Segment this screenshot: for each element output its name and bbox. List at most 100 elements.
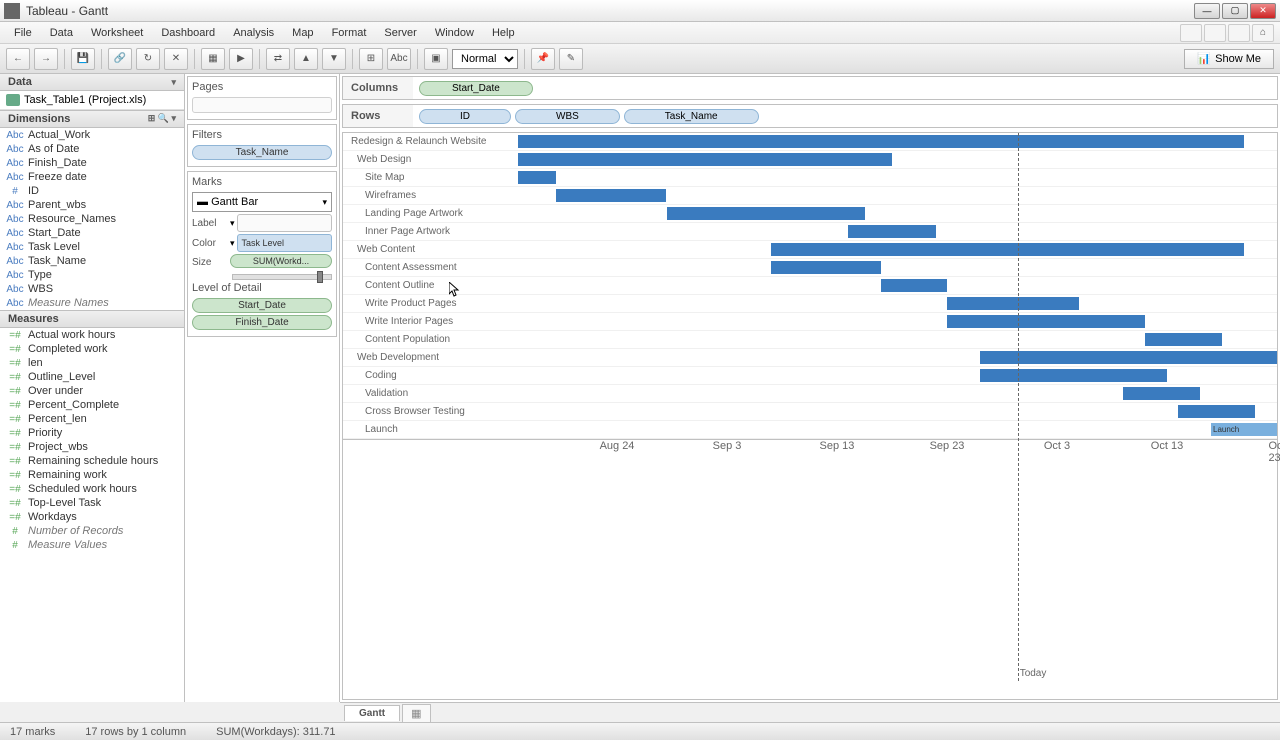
field-percent-len[interactable]: =#Percent_len xyxy=(0,412,184,426)
filter-pill[interactable]: Task_Name xyxy=(192,145,332,160)
pages-shelf[interactable]: Pages xyxy=(187,76,337,120)
sheet-tab-gantt[interactable]: Gantt xyxy=(344,705,400,721)
field-number-of-records[interactable]: #Number of Records xyxy=(0,524,184,538)
field-scheduled-work-hours[interactable]: =#Scheduled work hours xyxy=(0,482,184,496)
lod-pill-finish_date[interactable]: Finish_Date xyxy=(192,315,332,330)
data-source[interactable]: Task_Table1 (Project.xls) xyxy=(0,91,184,110)
field-priority[interactable]: =#Priority xyxy=(0,426,184,440)
save-button[interactable]: 💾 xyxy=(71,48,95,70)
field-freeze-date[interactable]: AbcFreeze date xyxy=(0,170,184,184)
gantt-bar[interactable] xyxy=(518,153,892,166)
color-shelf[interactable]: Task Level xyxy=(237,234,332,252)
rows-shelf[interactable]: Rows IDWBSTask_Name xyxy=(342,104,1278,128)
gantt-bar[interactable] xyxy=(1123,387,1200,400)
forward-button[interactable]: → xyxy=(34,48,58,70)
field-type[interactable]: AbcType xyxy=(0,268,184,282)
menu-map[interactable]: Map xyxy=(284,25,321,41)
gantt-bar[interactable] xyxy=(556,189,666,202)
view-toggle-3[interactable] xyxy=(1228,24,1250,42)
columns-shelf[interactable]: Columns Start_Date xyxy=(342,76,1278,100)
refresh-button[interactable]: ↻ xyxy=(136,48,160,70)
field-percent-complete[interactable]: =#Percent_Complete xyxy=(0,398,184,412)
connect-button[interactable]: 🔗 xyxy=(108,48,132,70)
sort-desc-button[interactable]: ▼ xyxy=(322,48,346,70)
gantt-bar[interactable] xyxy=(1178,405,1255,418)
field-project-wbs[interactable]: =#Project_wbs xyxy=(0,440,184,454)
menu-server[interactable]: Server xyxy=(376,25,424,41)
menu-window[interactable]: Window xyxy=(427,25,482,41)
highlight-button[interactable]: ✎ xyxy=(559,48,583,70)
gantt-bar[interactable] xyxy=(980,351,1277,364)
presentation-button[interactable]: ▣ xyxy=(424,48,448,70)
pin-button[interactable]: 📌 xyxy=(531,48,555,70)
auto-update-button[interactable]: ▦ xyxy=(201,48,225,70)
gantt-bar[interactable] xyxy=(518,171,556,184)
field-len[interactable]: =#len xyxy=(0,356,184,370)
field-top-level-task[interactable]: =#Top-Level Task xyxy=(0,496,184,510)
menu-dashboard[interactable]: Dashboard xyxy=(153,25,223,41)
menu-help[interactable]: Help xyxy=(484,25,523,41)
field-resource-names[interactable]: AbcResource_Names xyxy=(0,212,184,226)
field-completed-work[interactable]: =#Completed work xyxy=(0,342,184,356)
field-id[interactable]: #ID xyxy=(0,184,184,198)
col-pill[interactable]: Start_Date xyxy=(419,81,533,96)
view-toggle-1[interactable] xyxy=(1180,24,1202,42)
new-sheet-button[interactable]: ▦ xyxy=(402,704,430,722)
field-parent-wbs[interactable]: AbcParent_wbs xyxy=(0,198,184,212)
close-button[interactable]: ✕ xyxy=(1250,3,1276,19)
gantt-bar[interactable] xyxy=(980,369,1167,382)
field-outline-level[interactable]: =#Outline_Level xyxy=(0,370,184,384)
gantt-bar[interactable] xyxy=(771,243,1244,256)
home-icon[interactable]: ⌂ xyxy=(1252,24,1274,42)
gantt-bar[interactable] xyxy=(518,135,1244,148)
field-start-date[interactable]: AbcStart_Date xyxy=(0,226,184,240)
gantt-bar[interactable] xyxy=(881,279,947,292)
back-button[interactable]: ← xyxy=(6,48,30,70)
field-actual-work-hours[interactable]: =#Actual work hours xyxy=(0,328,184,342)
fit-select[interactable]: Normal xyxy=(452,49,518,69)
row-pill[interactable]: Task_Name xyxy=(624,109,759,124)
clear-button[interactable]: ✕ xyxy=(164,48,188,70)
view-toggle-2[interactable] xyxy=(1204,24,1226,42)
menu-data[interactable]: Data xyxy=(42,25,81,41)
field-task-level[interactable]: AbcTask Level xyxy=(0,240,184,254)
menu-analysis[interactable]: Analysis xyxy=(225,25,282,41)
field-measure-values[interactable]: #Measure Values xyxy=(0,538,184,552)
row-pill[interactable]: WBS xyxy=(515,109,620,124)
field-measure-names[interactable]: AbcMeasure Names xyxy=(0,296,184,310)
field-workdays[interactable]: =#Workdays xyxy=(0,510,184,524)
field-as-of-date[interactable]: AbcAs of Date xyxy=(0,142,184,156)
size-pill[interactable]: SUM(Workd... xyxy=(230,254,332,268)
gantt-bar[interactable] xyxy=(667,207,865,220)
gantt-bar[interactable] xyxy=(947,297,1079,310)
field-task-name[interactable]: AbcTask_Name xyxy=(0,254,184,268)
group-button[interactable]: ⊞ xyxy=(359,48,383,70)
sort-asc-button[interactable]: ▲ xyxy=(294,48,318,70)
lod-pill-start_date[interactable]: Start_Date xyxy=(192,298,332,313)
gantt-bar[interactable]: Launch xyxy=(1211,423,1277,436)
label-button[interactable]: Abc xyxy=(387,48,411,70)
run-button[interactable]: ▶ xyxy=(229,48,253,70)
menu-worksheet[interactable]: Worksheet xyxy=(83,25,151,41)
label-shelf[interactable] xyxy=(237,214,332,232)
filters-shelf[interactable]: Filters Task_Name xyxy=(187,124,337,167)
gantt-bar[interactable] xyxy=(771,261,881,274)
field-actual-work[interactable]: AbcActual_Work xyxy=(0,128,184,142)
row-pill[interactable]: ID xyxy=(419,109,511,124)
gantt-bar[interactable] xyxy=(1145,333,1222,346)
field-remaining-work[interactable]: =#Remaining work xyxy=(0,468,184,482)
field-finish-date[interactable]: AbcFinish_Date xyxy=(0,156,184,170)
gantt-bar[interactable] xyxy=(947,315,1145,328)
field-remaining-schedule-hours[interactable]: =#Remaining schedule hours xyxy=(0,454,184,468)
size-slider[interactable] xyxy=(232,274,332,280)
minimize-button[interactable]: — xyxy=(1194,3,1220,19)
gantt-bar[interactable] xyxy=(848,225,936,238)
field-over-under[interactable]: =#Over under xyxy=(0,384,184,398)
menu-file[interactable]: File xyxy=(6,25,40,41)
show-me-button[interactable]: 📊 Show Me xyxy=(1184,49,1274,69)
maximize-button[interactable]: ▢ xyxy=(1222,3,1248,19)
swap-button[interactable]: ⇄ xyxy=(266,48,290,70)
menu-format[interactable]: Format xyxy=(324,25,375,41)
mark-type-select[interactable]: ▬ Gantt Bar▾ xyxy=(192,192,332,212)
field-wbs[interactable]: AbcWBS xyxy=(0,282,184,296)
